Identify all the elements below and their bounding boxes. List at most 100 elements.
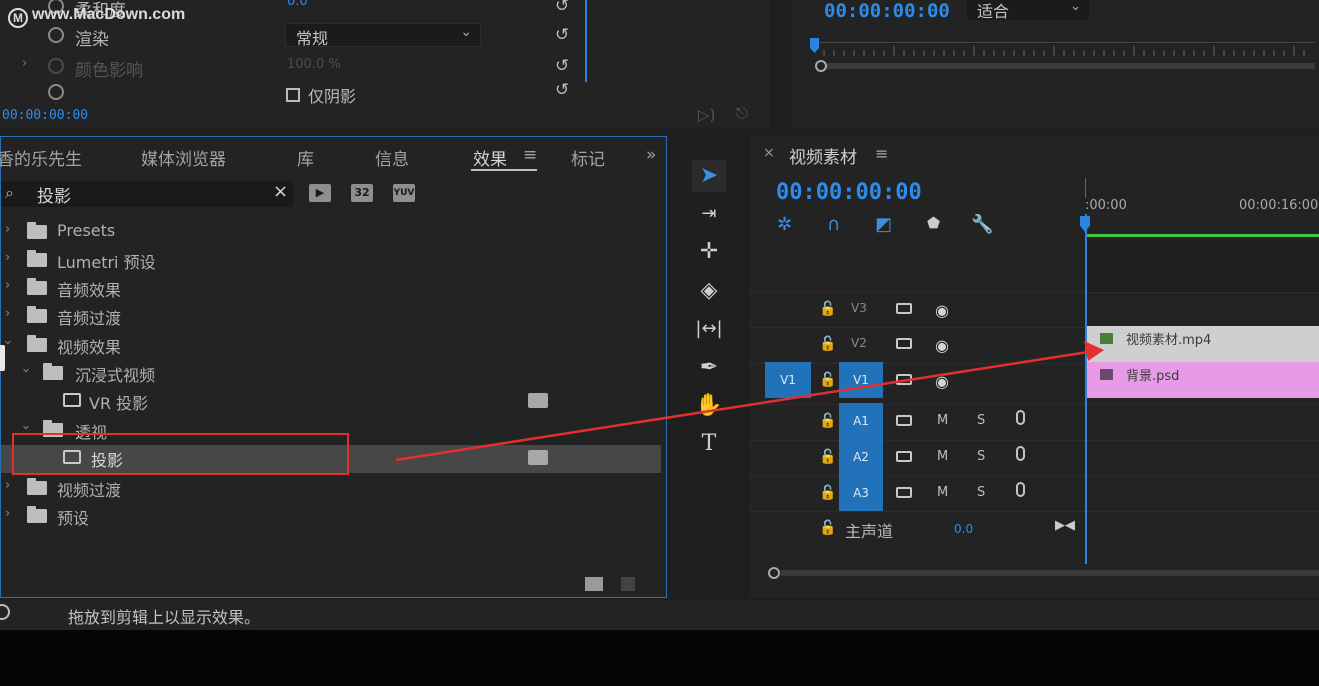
chevron-right-icon[interactable]: › — [5, 306, 10, 321]
ec-timecode[interactable]: 00:00:00:00 — [2, 108, 88, 123]
go-to-end-icon[interactable]: ▶◀ — [1055, 518, 1075, 533]
tab-overflow-icon[interactable]: » — [646, 145, 656, 165]
render-select[interactable]: 常规 ⌄ — [285, 23, 481, 48]
playhead[interactable] — [1085, 214, 1087, 564]
microphone-icon[interactable] — [1016, 410, 1025, 425]
snap-icon[interactable]: ∩ — [827, 214, 840, 235]
shadow-only-checkbox[interactable] — [286, 88, 300, 102]
chevron-right-icon[interactable]: › — [5, 478, 10, 493]
tree-item-audio-effects[interactable]: › 音频效果 — [1, 275, 661, 303]
color-influence-value[interactable]: 100.0 % — [287, 57, 341, 72]
toggle-output-icon[interactable] — [896, 338, 912, 349]
tab-effects[interactable]: 效果 — [473, 145, 507, 170]
chevron-right-icon[interactable]: › — [5, 506, 10, 521]
reset-icon[interactable]: ↺ — [555, 80, 569, 100]
toggle-sync-icon[interactable] — [896, 451, 912, 462]
stopwatch-icon[interactable] — [48, 27, 64, 43]
slip-tool-icon[interactable]: |↔| — [692, 313, 726, 345]
tree-item-video-effects[interactable]: › 视频效果 — [0, 332, 661, 360]
track-target-a2[interactable]: A2 — [839, 439, 883, 475]
mute-button[interactable]: M — [937, 413, 948, 428]
effects-search[interactable]: ⌕ 投影 × — [1, 181, 293, 207]
chevron-down-icon[interactable]: › — [18, 425, 33, 430]
type-tool-icon[interactable]: T — [692, 428, 726, 460]
mute-button[interactable]: M — [937, 449, 948, 464]
chevron-right-icon[interactable]: › — [5, 250, 10, 265]
add-marker-icon[interactable]: ⬟ — [927, 214, 940, 232]
tab-media-browser[interactable]: 媒体浏览器 — [141, 145, 226, 170]
tree-item-presets[interactable]: › Presets — [1, 219, 661, 247]
softness-value[interactable]: 0.0 — [287, 0, 308, 9]
ec-playhead[interactable] — [585, 0, 587, 82]
source-patch-v1[interactable]: V1 — [765, 362, 811, 398]
lock-icon[interactable]: 🔓 — [819, 372, 836, 388]
lock-icon[interactable]: 🔓 — [819, 485, 836, 501]
eye-icon[interactable]: ◉ — [935, 336, 949, 355]
wrench-icon[interactable]: 🔧 — [971, 214, 993, 235]
tree-item-lumetri-presets[interactable]: › Lumetri 预设 — [1, 247, 661, 275]
play-audio-icon[interactable]: ▷) — [698, 106, 715, 124]
hand-tool-icon[interactable]: ✋ — [692, 390, 726, 422]
delete-icon[interactable] — [621, 577, 635, 591]
stopwatch-icon[interactable] — [48, 58, 64, 74]
eye-icon[interactable]: ◉ — [935, 301, 949, 320]
mute-button[interactable]: M — [937, 485, 948, 500]
tree-item-video-transitions[interactable]: › 视频过渡 — [1, 475, 661, 503]
track-target-v1[interactable]: V1 — [839, 362, 883, 398]
solo-button[interactable]: S — [977, 413, 985, 428]
tree-item-audio-transitions[interactable]: › 音频过渡 — [1, 303, 661, 331]
tab-markers[interactable]: 标记 — [571, 145, 605, 170]
ripple-edit-tool-icon[interactable]: ✛ — [692, 236, 726, 268]
selection-tool-icon[interactable]: ➤ — [692, 160, 726, 192]
chevron-right-icon[interactable]: › — [5, 278, 10, 293]
yuv-effects-icon[interactable]: YUV — [393, 184, 415, 202]
tab-libraries[interactable]: 库 — [297, 145, 314, 170]
accelerated-effects-icon[interactable]: ▶ — [309, 184, 331, 202]
monitor-ruler[interactable] — [810, 36, 1315, 76]
reset-icon[interactable]: ↺ — [555, 0, 569, 16]
tree-item-immersive-video[interactable]: › 沉浸式视频 — [1, 360, 661, 388]
track-select-tool-icon[interactable]: ⇥ — [692, 198, 726, 230]
reset-icon[interactable]: ↺ — [555, 56, 569, 76]
toggle-sync-icon[interactable] — [896, 487, 912, 498]
nest-icon[interactable]: ✲ — [777, 214, 792, 235]
lock-icon[interactable]: 🔓 — [819, 449, 836, 465]
toggle-sync-icon[interactable] — [896, 415, 912, 426]
chevron-right-icon[interactable]: › — [22, 56, 27, 71]
playhead-handle[interactable] — [1080, 216, 1090, 232]
pen-tool-icon[interactable]: ✒ — [692, 352, 726, 384]
chevron-right-icon[interactable]: › — [5, 222, 10, 237]
32bit-effects-icon[interactable]: 32 — [351, 184, 373, 202]
lock-icon[interactable]: 🔓 — [819, 413, 836, 429]
lock-icon[interactable]: 🔓 — [819, 336, 836, 352]
timeline-title[interactable]: 视频素材 — [789, 143, 857, 168]
tree-item-presets-cn[interactable]: › 预设 — [1, 503, 661, 531]
clip-video[interactable]: 视频素材.mp4 — [1086, 326, 1319, 362]
solo-button[interactable]: S — [977, 449, 985, 464]
panel-menu-icon[interactable]: ≡ — [875, 144, 888, 163]
toggle-output-icon[interactable] — [896, 374, 912, 385]
solo-button[interactable]: S — [977, 485, 985, 500]
zoom-select[interactable]: 适合 ⌄ — [967, 0, 1089, 21]
panel-menu-icon[interactable]: ≡ — [523, 145, 537, 165]
tree-item-vr-projection[interactable]: VR 投影 — [1, 388, 661, 416]
microphone-icon[interactable] — [1016, 482, 1025, 497]
work-area-bar[interactable] — [1087, 234, 1319, 237]
close-icon[interactable]: × — [763, 145, 775, 161]
monitor-timecode[interactable]: 00:00:00:00 — [824, 0, 950, 22]
chevron-down-icon[interactable]: › — [18, 368, 33, 373]
reset-icon[interactable]: ↺ — [555, 25, 569, 45]
new-folder-icon[interactable] — [585, 577, 603, 591]
clear-search-icon[interactable]: × — [273, 181, 288, 202]
toggle-output-icon[interactable] — [896, 303, 912, 314]
eye-icon[interactable]: ◉ — [935, 372, 949, 391]
tab-info[interactable]: 信息 — [375, 145, 409, 170]
linked-selection-icon[interactable]: ◩ — [875, 214, 892, 235]
tab-project[interactable]: 香的乐先生 — [0, 145, 82, 170]
master-volume-value[interactable]: 0.0 — [954, 522, 973, 536]
stopwatch-icon[interactable] — [48, 84, 64, 100]
timeline-scrollbar[interactable] — [767, 566, 1319, 580]
microphone-icon[interactable] — [1016, 446, 1025, 461]
clip-background[interactable]: 背景.psd — [1086, 362, 1319, 398]
razor-tool-icon[interactable]: ◈ — [692, 275, 726, 307]
